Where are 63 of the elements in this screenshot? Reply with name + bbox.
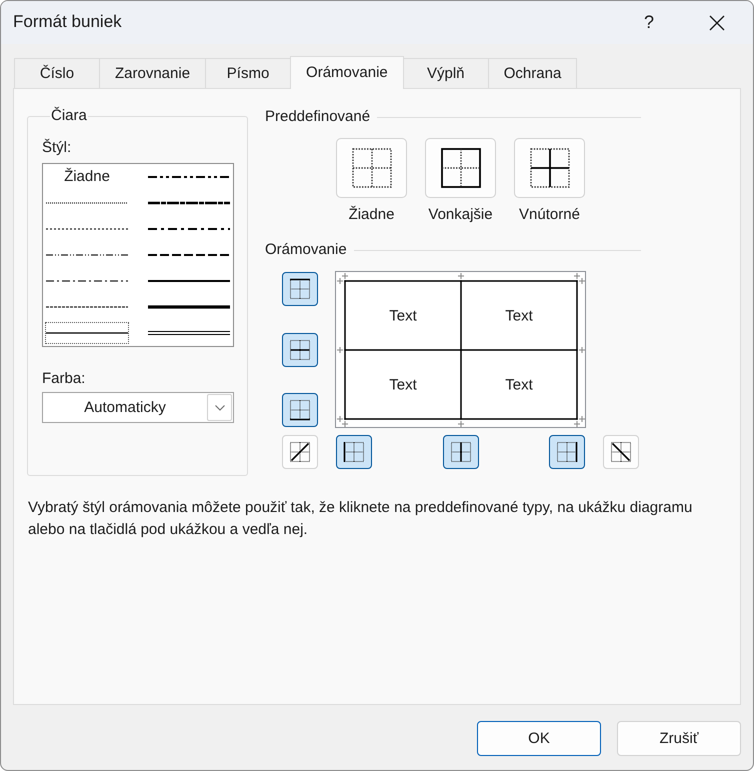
guide-tick-mark bbox=[458, 420, 464, 427]
preview-text: Text bbox=[505, 308, 533, 324]
line-sample-icon bbox=[148, 330, 230, 336]
window-title: Formát buniek bbox=[13, 12, 122, 33]
cancel-button[interactable]: Zrušiť bbox=[617, 721, 741, 756]
chevron-down-icon bbox=[214, 404, 224, 410]
color-dropdown[interactable]: Automaticky bbox=[42, 392, 234, 423]
diagonal-up-border-icon bbox=[288, 440, 312, 464]
line-style-option[interactable]: Žiadne bbox=[45, 166, 129, 188]
border-toggle-button[interactable] bbox=[282, 332, 318, 366]
field-label: Farba: bbox=[42, 370, 86, 388]
preset-button[interactable] bbox=[514, 138, 585, 198]
tab[interactable]: Orámovanie bbox=[290, 56, 404, 89]
inside-border-icon bbox=[530, 148, 570, 188]
top-border-icon bbox=[288, 277, 312, 301]
outline-border-icon bbox=[440, 148, 480, 188]
no-border-icon bbox=[352, 148, 392, 188]
preset-button[interactable] bbox=[425, 138, 496, 198]
preview-text: Text bbox=[389, 376, 417, 394]
line-sample-icon bbox=[148, 226, 230, 232]
section-label: Preddefinované bbox=[265, 108, 370, 126]
bottom-border-icon bbox=[288, 398, 312, 422]
tab[interactable]: Číslo bbox=[14, 58, 100, 88]
preset-label: Vnútorné bbox=[519, 206, 580, 224]
preview-text: Text bbox=[389, 308, 417, 324]
line-style-list[interactable]: Žiadne bbox=[42, 163, 234, 347]
border-preview[interactable]: Text Text Text Text bbox=[335, 271, 586, 428]
line-sample-icon bbox=[46, 226, 128, 232]
line-sample-icon bbox=[148, 174, 230, 180]
line-sample-icon bbox=[46, 200, 128, 206]
guide-tick-mark bbox=[336, 346, 344, 354]
border-toggle-button[interactable] bbox=[336, 435, 372, 469]
line-sample-icon bbox=[148, 200, 230, 206]
border-toggle-button[interactable] bbox=[282, 272, 318, 306]
line-sample-icon bbox=[148, 304, 230, 310]
line-sample-icon bbox=[148, 252, 230, 258]
preview-text: Text bbox=[505, 376, 533, 394]
guide-tick-mark bbox=[458, 272, 464, 280]
border-toggle-button[interactable] bbox=[282, 393, 318, 427]
line-sample-icon bbox=[46, 278, 128, 284]
tab[interactable]: Ochrana bbox=[488, 58, 578, 88]
border-toggle-button[interactable] bbox=[549, 435, 585, 469]
right-border-icon bbox=[555, 440, 579, 464]
line-sample-icon bbox=[46, 304, 128, 310]
border-toggle-button[interactable] bbox=[442, 435, 478, 469]
line-sample-icon bbox=[46, 330, 128, 336]
preset-label: Žiadne bbox=[348, 206, 394, 224]
section-label: Orámovanie bbox=[265, 241, 347, 259]
line-style-option[interactable] bbox=[45, 322, 129, 344]
diagonal-down-border-icon bbox=[609, 440, 633, 464]
left-border-icon bbox=[342, 440, 366, 464]
horizontal-inner-border-icon bbox=[288, 338, 312, 362]
vertical-inner-border-icon bbox=[448, 440, 472, 464]
line-sample-icon bbox=[46, 252, 128, 258]
field-label: Štýl: bbox=[42, 139, 72, 157]
help-button[interactable]: ? bbox=[626, 6, 672, 40]
preset-label: Vonkajšie bbox=[428, 206, 493, 224]
line-sample-icon bbox=[148, 278, 230, 284]
close-icon bbox=[709, 14, 725, 30]
help-text: Vybratý štýl orámovania môžete použiť tak, že kliknete na preddefinované typy, na ukážku diagramu alebo na tlačidlá pod ukážkou a vedľa nej. bbox=[28, 498, 694, 540]
preset-button[interactable] bbox=[336, 138, 407, 198]
ok-button[interactable]: OK bbox=[477, 721, 601, 756]
guide-tick-mark bbox=[578, 346, 585, 354]
